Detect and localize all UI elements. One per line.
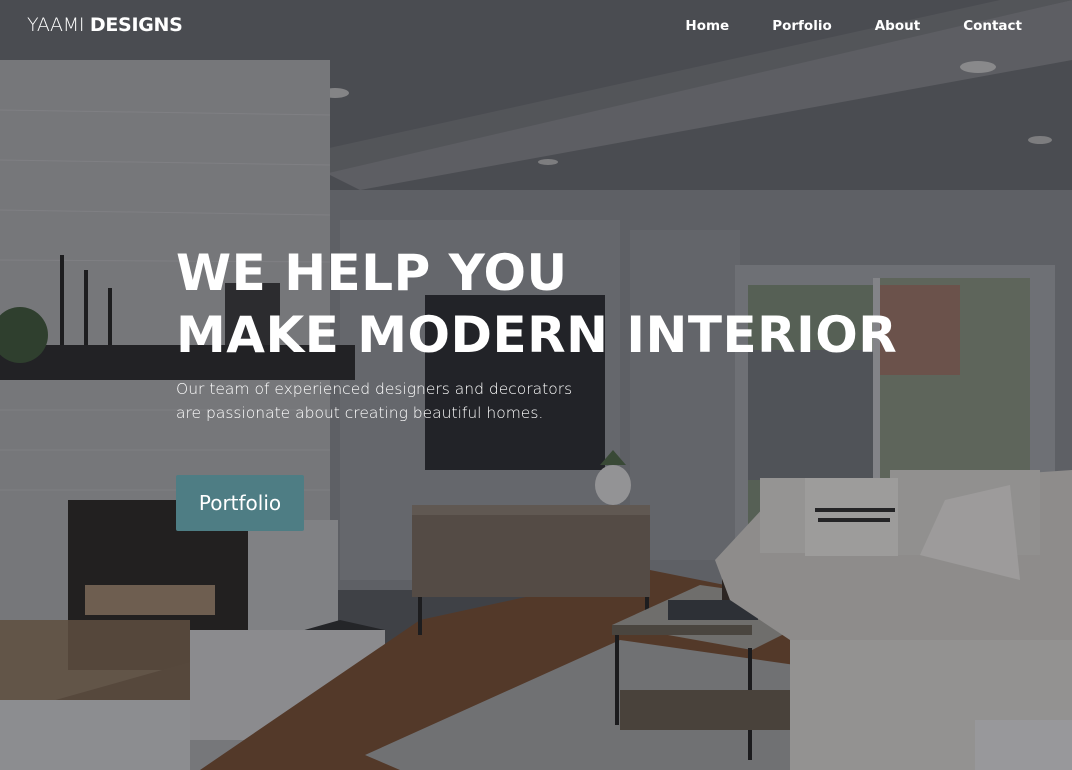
nav-link-about[interactable]: About (875, 18, 920, 34)
nav-link-portfolio[interactable]: Porfolio (772, 18, 832, 34)
hero-subtext: Our team of experienced designers and de… (176, 377, 596, 425)
hero-subtext-line-2: are passionate about creating beautiful … (176, 404, 544, 422)
portfolio-button[interactable]: Portfolio (176, 475, 304, 531)
hero-headline-line-1: WE HELP YOU (176, 244, 568, 302)
hero-subtext-line-1: Our team of experienced designers and de… (176, 380, 573, 398)
site-logo[interactable]: YAAMI DESIGNS (27, 14, 183, 36)
hero-headline: WE HELP YOU MAKE MODERN INTERIOR (176, 242, 897, 366)
nav-link-home[interactable]: Home (685, 18, 729, 34)
nav-link-contact[interactable]: Contact (963, 18, 1022, 34)
hero-headline-line-2: MAKE MODERN INTERIOR (176, 306, 898, 364)
logo-bold-text: DESIGNS (89, 14, 183, 36)
top-navigation: YAAMI DESIGNS Home Porfolio About Contac… (0, 0, 1072, 52)
nav-links: Home Porfolio About Contact (642, 18, 1022, 34)
logo-light-text: YAAMI (27, 14, 90, 36)
hero-section: YAAMI DESIGNS Home Porfolio About Contac… (0, 0, 1072, 770)
